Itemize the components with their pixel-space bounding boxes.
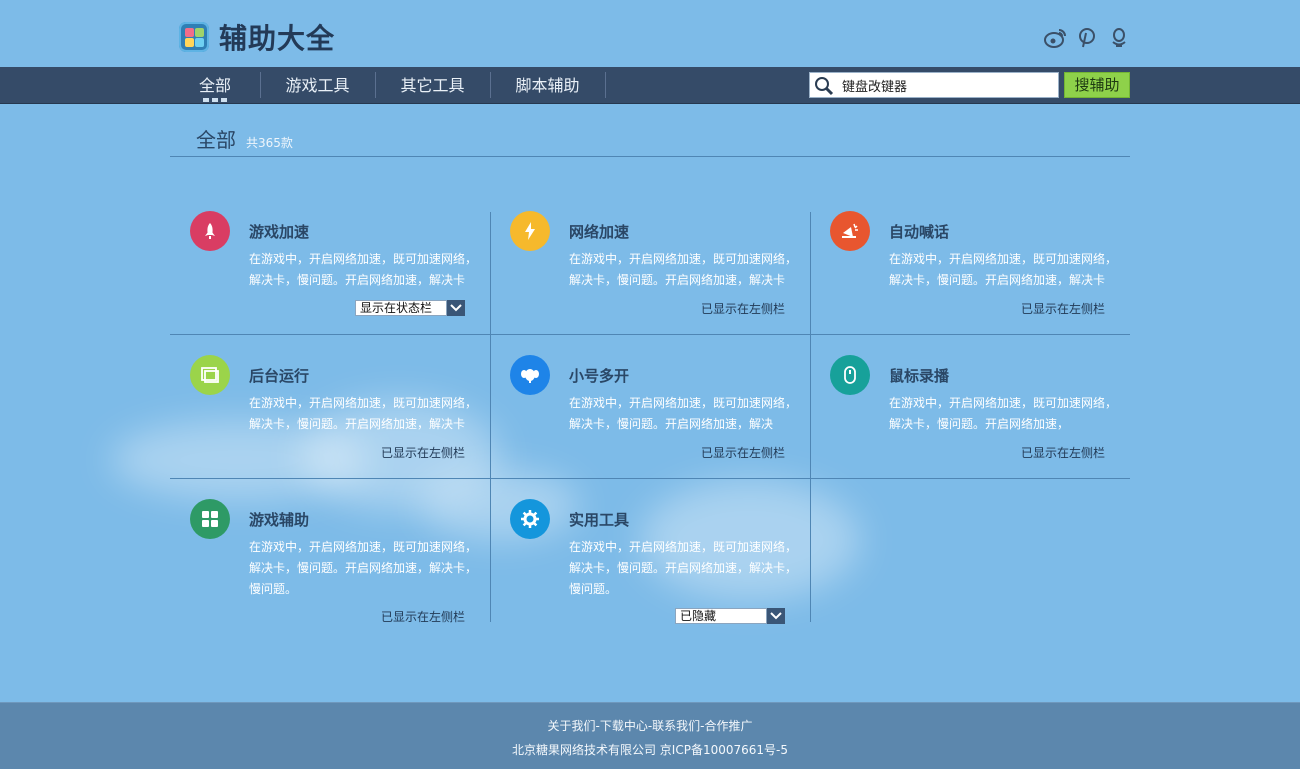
status-text: 已显示在左侧栏	[380, 610, 465, 624]
card-description: 在游戏中，开启网络加速，既可加速网络，解决卡，慢问题。开启网络加速，解决卡	[889, 252, 1118, 287]
nav-divider	[260, 72, 261, 98]
social-links	[1044, 27, 1130, 49]
mouse-icon	[830, 355, 870, 395]
search-box	[809, 72, 1059, 98]
feature-card-multi-account[interactable]: 小号多开 在游戏中，开启网络加速，既可加速网络，解决卡，慢问题。开启网络加速，解…	[490, 355, 810, 499]
logo[interactable]: 辅助大全	[179, 17, 335, 57]
feature-card-network-boost[interactable]: 网络加速 在游戏中，开启网络加速，既可加速网络，解决卡，慢问题。开启网络加速，解…	[490, 211, 810, 355]
tab-game-tools[interactable]: 游戏工具	[275, 67, 360, 103]
tab-script-helper[interactable]: 脚本辅助	[505, 67, 590, 103]
divider	[170, 156, 1130, 157]
logo-text: 辅助大全	[219, 22, 336, 55]
main-nav: 全部 游戏工具 其它工具 脚本辅助 搜辅助	[0, 67, 1300, 104]
tab-all[interactable]: 全部	[190, 67, 240, 103]
card-title: 实用工具	[569, 511, 630, 529]
header: 辅助大全	[0, 0, 1300, 67]
weibo-icon[interactable]	[1044, 27, 1066, 49]
card-title: 后台运行	[249, 367, 310, 385]
card-title: 自动喊话	[889, 223, 950, 241]
card-title: 游戏加速	[249, 223, 310, 241]
nav-divider	[605, 72, 606, 98]
gear-icon	[510, 499, 550, 539]
feature-card-game-boost[interactable]: 游戏加速 在游戏中，开启网络加速，既可加速网络，解决卡，慢问题。开启网络加速，解…	[170, 211, 490, 355]
feature-card-mouse-record[interactable]: 鼠标录播 在游戏中，开启网络加速，既可加速网络，解决卡，慢问题。开启网络加速， …	[810, 355, 1130, 499]
search-button[interactable]: 搜辅助	[1064, 72, 1130, 98]
card-title: 网络加速	[569, 223, 630, 241]
nav-divider	[375, 72, 376, 98]
card-title: 游戏辅助	[249, 511, 310, 529]
lightning-icon	[510, 211, 550, 251]
footer: 关于我们-下载中心-联系我们-合作推广 北京糖果网络技术有限公司 京ICP备10…	[0, 702, 1300, 769]
item-count: 共365款	[246, 136, 293, 150]
card-description: 在游戏中，开启网络加速，既可加速网络，解决卡，慢问题。开启网络加速，解决卡，慢问…	[569, 540, 798, 596]
tab-other-tools[interactable]: 其它工具	[390, 67, 475, 103]
card-description: 在游戏中，开启网络加速，既可加速网络，解决卡，慢问题。开启网络加速，解决卡	[249, 252, 478, 287]
feature-card-utilities[interactable]: 实用工具 在游戏中，开启网络加速，既可加速网络，解决卡，慢问题。开启网络加速，解…	[490, 499, 810, 643]
select-value: 已隐藏	[675, 608, 767, 624]
card-description: 在游戏中，开启网络加速，既可加速网络，解决卡，慢问题。开启网络加速，	[889, 396, 1118, 431]
window-icon	[190, 355, 230, 395]
chevron-down-icon	[767, 608, 785, 624]
logo-icon	[179, 22, 209, 52]
feature-card-background-run[interactable]: 后台运行 在游戏中，开启网络加速，既可加速网络，解决卡，慢问题。开启网络加速，解…	[170, 355, 490, 499]
card-description: 在游戏中，开启网络加速，既可加速网络，解决卡，慢问题。开启网络加速，解决卡，慢问…	[249, 540, 478, 596]
grid-icon	[190, 499, 230, 539]
elephant-icon	[510, 355, 550, 395]
display-location-select[interactable]: 已隐藏	[675, 608, 785, 624]
chevron-down-icon	[447, 300, 465, 316]
search-icon	[814, 76, 834, 96]
page-title: 全部	[196, 128, 236, 152]
card-description: 在游戏中，开启网络加速，既可加速网络，解决卡，慢问题。开启网络加速，解决卡	[569, 252, 798, 287]
footer-links[interactable]: 关于我们-下载中心-联系我们-合作推广	[0, 717, 1300, 734]
feature-card-game-helper[interactable]: 游戏辅助 在游戏中，开启网络加速，既可加速网络，解决卡，慢问题。开启网络加速，解…	[170, 499, 490, 643]
status-text: 已显示在左侧栏	[700, 446, 785, 460]
card-description: 在游戏中，开启网络加速，既可加速网络，解决卡，慢问题。开启网络加速，解决卡	[249, 396, 478, 431]
feature-card-auto-shout[interactable]: 自动喊话 在游戏中，开启网络加速，既可加速网络，解决卡，慢问题。开启网络加速，解…	[810, 211, 1130, 355]
status-text: 已显示在左侧栏	[380, 446, 465, 460]
copyright: 北京糖果网络技术有限公司 京ICP备10007661号-5	[511, 743, 788, 757]
card-description: 在游戏中，开启网络加速，既可加速网络，解决卡，慢问题。开启网络加速，解决	[569, 396, 798, 431]
qq-icon[interactable]	[1108, 27, 1130, 49]
megaphone-icon	[830, 211, 870, 251]
pinterest-icon[interactable]	[1076, 27, 1098, 49]
card-title: 鼠标录播	[889, 367, 950, 385]
select-value: 显示在状态栏	[355, 300, 447, 316]
status-text: 已显示在左侧栏	[700, 302, 785, 316]
card-title: 小号多开	[569, 367, 630, 385]
status-text: 已显示在左侧栏	[1020, 446, 1105, 460]
search-input[interactable]	[842, 76, 1052, 94]
display-location-select[interactable]: 显示在状态栏	[355, 300, 465, 316]
status-text: 已显示在左侧栏	[1020, 302, 1105, 316]
rocket-icon	[190, 211, 230, 251]
section-header: 全部 共365款	[196, 124, 293, 153]
nav-divider	[490, 72, 491, 98]
